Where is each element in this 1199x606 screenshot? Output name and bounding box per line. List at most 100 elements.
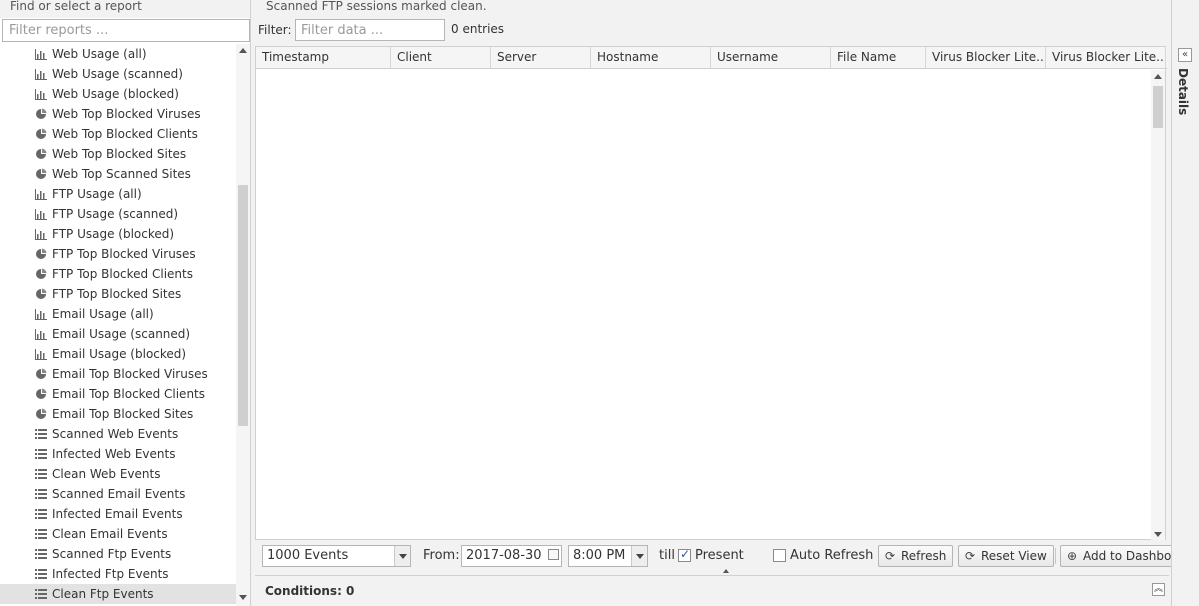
list-icon — [34, 588, 47, 601]
pie-chart-icon — [34, 268, 47, 281]
details-panel[interactable]: « Details — [1171, 0, 1199, 606]
report-tree: Web Usage (all) Web Usage (scanned) Web Us… — [0, 44, 236, 606]
report-item-label: FTP Top Blocked Sites — [52, 287, 182, 301]
report-item[interactable]: Web Top Blocked Sites — [0, 144, 236, 164]
auto-refresh-checkbox[interactable] — [773, 549, 786, 562]
bar-chart-icon — [34, 68, 47, 81]
report-item[interactable]: Email Usage (all) — [0, 304, 236, 324]
report-item-label: FTP Usage (blocked) — [52, 227, 175, 241]
report-item[interactable]: FTP Top Blocked Viruses — [0, 244, 236, 264]
refresh-label: Refresh — [901, 549, 947, 563]
pie-chart-icon — [34, 128, 47, 141]
scrollbar-thumb[interactable] — [1153, 86, 1163, 128]
present-checkbox[interactable] — [678, 547, 691, 562]
report-item[interactable]: Scanned Web Events — [0, 424, 236, 444]
report-item[interactable]: FTP Usage (scanned) — [0, 204, 236, 224]
column-header[interactable]: Server — [491, 47, 591, 69]
report-item[interactable]: Email Top Blocked Sites — [0, 404, 236, 424]
filter-reports-field[interactable] — [2, 19, 250, 42]
time-value: 8:00 PM — [573, 548, 626, 563]
report-item[interactable]: Web Usage (all) — [0, 44, 236, 64]
report-item-label: Infected Web Events — [52, 447, 176, 461]
report-item[interactable]: FTP Usage (all) — [0, 184, 236, 204]
report-item[interactable]: Infected Ftp Events — [0, 564, 236, 584]
scrollbar-thumb[interactable] — [238, 185, 248, 426]
scroll-down-icon[interactable] — [1154, 532, 1162, 537]
filter-data-field[interactable] — [295, 19, 445, 41]
report-item-label: Email Usage (blocked) — [52, 347, 187, 361]
report-item[interactable]: Scanned Email Events — [0, 484, 236, 504]
grid-scrollbar[interactable] — [1151, 70, 1165, 540]
scroll-up-icon[interactable] — [239, 48, 247, 53]
report-item[interactable]: Email Top Blocked Clients — [0, 384, 236, 404]
calendar-icon[interactable] — [548, 549, 559, 560]
list-icon — [34, 568, 47, 581]
report-item[interactable]: Email Usage (scanned) — [0, 324, 236, 344]
report-item[interactable]: Web Usage (scanned) — [0, 64, 236, 84]
date-value: 2017-08-30 — [466, 548, 542, 563]
expand-up-icon[interactable]: ︽ — [1152, 583, 1165, 596]
bar-chart-icon — [34, 348, 47, 361]
bar-chart-icon — [34, 208, 47, 221]
event-limit-select[interactable]: 1000 Events — [262, 545, 411, 567]
report-selector-header: Find or select a report — [0, 0, 250, 18]
column-header[interactable]: Username — [711, 47, 831, 69]
report-item-label: FTP Top Blocked Clients — [52, 267, 193, 281]
chevron-down-icon[interactable] — [631, 546, 647, 566]
auto-refresh-label: Auto Refresh — [790, 548, 874, 563]
chevron-down-icon[interactable] — [394, 546, 410, 566]
report-item[interactable]: Web Top Scanned Sites — [0, 164, 236, 184]
report-item[interactable]: Infected Web Events — [0, 444, 236, 464]
report-item[interactable]: Web Top Blocked Viruses — [0, 104, 236, 124]
report-item-label: Clean Email Events — [52, 527, 168, 541]
report-item[interactable]: FTP Top Blocked Clients — [0, 264, 236, 284]
from-label: From: — [423, 548, 460, 563]
list-icon — [34, 428, 47, 441]
filter-data-input[interactable] — [296, 20, 444, 40]
report-content: Scanned FTP sessions marked clean. Filte… — [251, 0, 1199, 606]
scroll-down-icon[interactable] — [239, 595, 247, 600]
scroll-up-icon[interactable] — [1154, 74, 1162, 79]
report-item-label: FTP Top Blocked Viruses — [52, 247, 196, 261]
report-item[interactable]: Web Usage (blocked) — [0, 84, 236, 104]
refresh-icon: ⟳ — [885, 549, 896, 563]
report-item-label: Infected Email Events — [52, 507, 183, 521]
column-header[interactable]: Timestamp — [256, 47, 391, 69]
report-item-label: FTP Usage (all) — [52, 187, 142, 201]
filter-reports-input[interactable] — [3, 20, 249, 41]
entries-count: 0 entries — [451, 22, 505, 36]
report-item[interactable]: Web Top Blocked Clients — [0, 124, 236, 144]
report-item[interactable]: Clean Email Events — [0, 524, 236, 544]
reset-view-button[interactable]: ⟳ Reset View — [958, 545, 1054, 567]
expand-left-icon[interactable]: « — [1178, 48, 1192, 62]
bar-chart-icon — [34, 328, 47, 341]
column-header[interactable]: Hostname — [591, 47, 711, 69]
report-item-label: Email Usage (scanned) — [52, 327, 191, 341]
reset-icon: ⟳ — [965, 549, 976, 563]
filter-label: Filter: — [258, 23, 292, 37]
till-label: till — [659, 548, 675, 563]
report-item[interactable]: Clean Ftp Events — [0, 584, 236, 604]
add-circle-icon: ⊕ — [1067, 549, 1078, 563]
pie-chart-icon — [34, 148, 47, 161]
time-select[interactable]: 8:00 PM — [568, 545, 648, 567]
report-item[interactable]: Clean Web Events — [0, 464, 236, 484]
report-item[interactable]: Scanned Ftp Events — [0, 544, 236, 564]
date-field[interactable]: 2017-08-30 — [461, 545, 562, 567]
report-item[interactable]: FTP Top Blocked Sites — [0, 284, 236, 304]
report-item-label: Web Top Blocked Sites — [52, 147, 187, 161]
report-tree-scrollbar[interactable] — [236, 44, 250, 606]
refresh-button[interactable]: ⟳ Refresh — [878, 545, 954, 567]
conditions-panel[interactable]: Conditions: 0 ︽ — [255, 575, 1169, 604]
report-item[interactable]: Infected Email Events — [0, 504, 236, 524]
column-header[interactable]: Virus Blocker Lite... — [1046, 47, 1166, 69]
report-item-label: Clean Web Events — [52, 467, 161, 481]
column-header[interactable]: Client — [391, 47, 491, 69]
report-item[interactable]: Email Top Blocked Viruses — [0, 364, 236, 384]
bar-chart-icon — [34, 188, 47, 201]
report-item[interactable]: Email Usage (blocked) — [0, 344, 236, 364]
bar-chart-icon — [34, 228, 47, 241]
report-item[interactable]: FTP Usage (blocked) — [0, 224, 236, 244]
column-header[interactable]: Virus Blocker Lite... — [926, 47, 1046, 69]
column-header[interactable]: File Name — [831, 47, 926, 69]
